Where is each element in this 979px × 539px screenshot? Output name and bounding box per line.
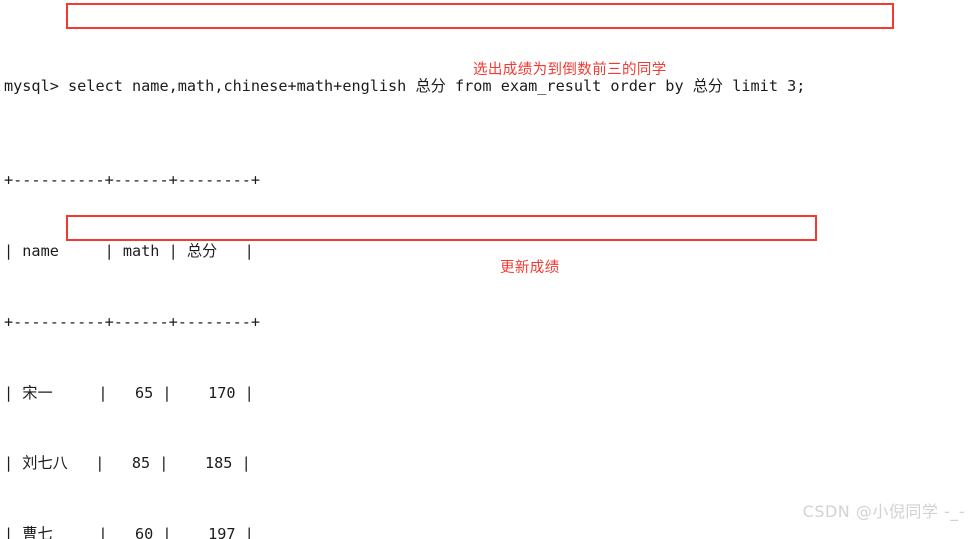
- table-row: | 曹七 | 60 | 197 |: [4, 525, 254, 539]
- csdn-watermark: CSDN @小倪同学 -_-: [802, 502, 965, 521]
- table-header-row: | name | math | 总分 |: [4, 241, 254, 260]
- sql-select-statement-first: select name,math,chinese+math+english 总分…: [68, 76, 806, 95]
- table-separator: +----------+------+--------+: [4, 171, 261, 190]
- shell-prompt: mysql>: [4, 76, 69, 95]
- table-row: | 宋一 | 65 | 170 |: [4, 383, 254, 402]
- table-separator: +----------+------+--------+: [4, 312, 261, 331]
- terminal-window: mysql> select name,math,chinese+math+eng…: [0, 0, 979, 539]
- annotation-update-explanation: 更新成绩: [500, 260, 560, 276]
- terminal-output[interactable]: mysql> select name,math,chinese+math+eng…: [4, 4, 979, 539]
- table-row: | 刘七八 | 85 | 185 |: [4, 454, 251, 473]
- annotation-select-explanation: 选出成绩为到倒数前三的同学: [473, 62, 667, 78]
